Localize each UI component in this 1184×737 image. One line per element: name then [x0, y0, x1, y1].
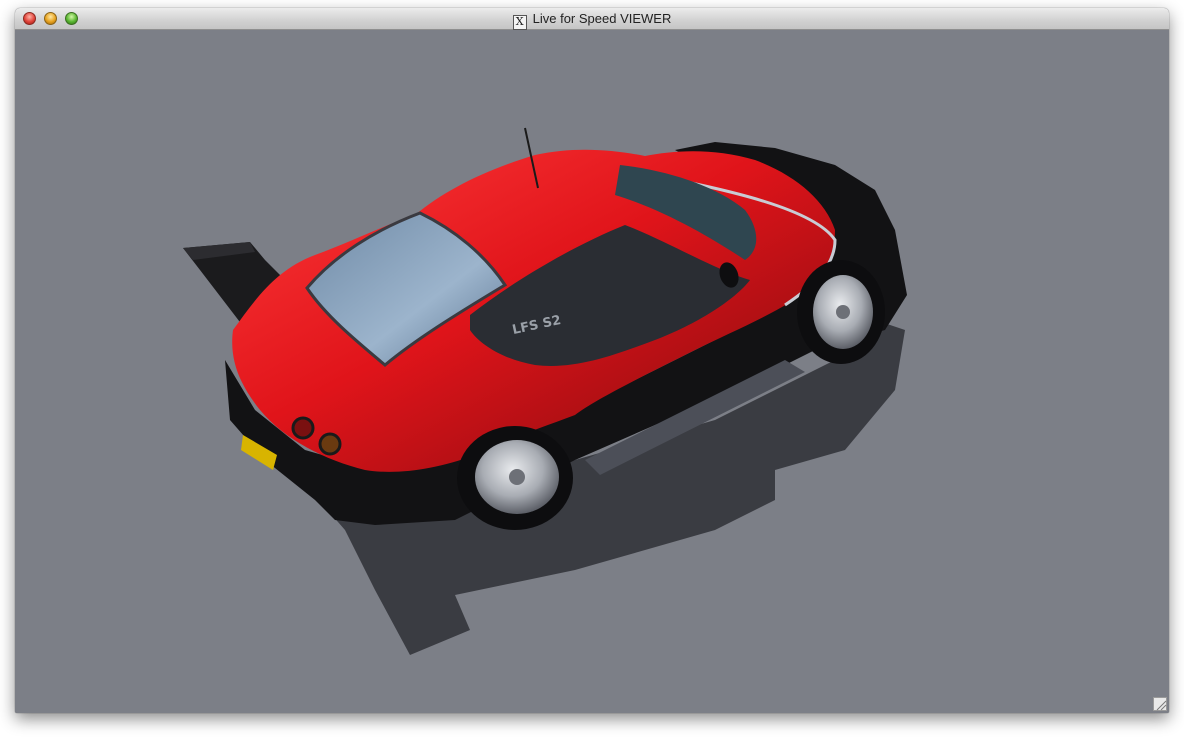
resize-grip[interactable]	[1153, 697, 1167, 711]
rear-wheel	[457, 426, 573, 530]
window-title: X Live for Speed VIEWER	[15, 11, 1169, 30]
3d-viewport[interactable]: LFS S2	[15, 30, 1169, 713]
car-render: LFS S2	[183, 127, 907, 655]
title-bar[interactable]: X Live for Speed VIEWER	[15, 8, 1169, 30]
app-window: X Live for Speed VIEWER LFS S2	[15, 8, 1169, 713]
x11-app-icon: X	[512, 15, 527, 30]
resize-grip-icon	[1156, 700, 1167, 711]
tail-light-left	[291, 416, 315, 440]
front-wheel	[797, 260, 885, 364]
window-title-text: Live for Speed VIEWER	[532, 11, 672, 26]
tail-light-right	[318, 432, 342, 456]
